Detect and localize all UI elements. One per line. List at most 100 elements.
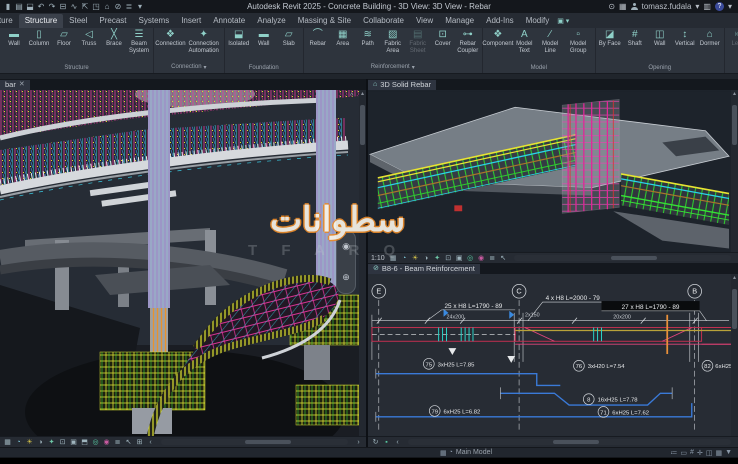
design-option-icon[interactable]: ◔: [449, 449, 453, 457]
path-button[interactable]: ≋Path: [356, 29, 380, 48]
area-button[interactable]: ▦Area: [331, 29, 355, 48]
render-icon[interactable]: ✦: [433, 254, 442, 263]
model-text-button[interactable]: AModel Text: [512, 29, 537, 54]
floor-button[interactable]: ▱Floor: [52, 29, 76, 48]
bar-mark[interactable]: 71: [600, 410, 607, 416]
ribbon-tab-architecture[interactable]: Architecture: [0, 14, 19, 28]
aligned-dimension-icon[interactable]: ⇱: [80, 2, 90, 11]
bar-mark[interactable]: 79: [431, 409, 438, 415]
flyout-arrow-icon[interactable]: ▾: [412, 64, 415, 71]
column-button[interactable]: ▯Column: [27, 29, 51, 48]
ribbon-tab-add-ins[interactable]: Add-Ins: [480, 14, 520, 28]
tag-icon[interactable]: ◳: [91, 2, 101, 11]
displaced-elements-icon[interactable]: ↖: [124, 438, 133, 447]
left-view-tab[interactable]: bar ✕: [0, 80, 30, 90]
help-icon[interactable]: ?: [715, 2, 724, 11]
app-menu-icon[interactable]: ▮: [3, 2, 13, 11]
selection-icon[interactable]: ‹: [146, 438, 155, 447]
ribbon-tab-structure[interactable]: Structure: [19, 14, 63, 28]
select-pinned-icon[interactable]: ✛: [697, 449, 703, 457]
detail-level-icon[interactable]: ▦: [3, 438, 12, 447]
panel-label-foundation[interactable]: Foundation: [227, 64, 301, 73]
detail-level-icon[interactable]: ▦: [389, 254, 398, 263]
ribbon-tab-steel[interactable]: Steel: [63, 14, 93, 28]
top-right-vertical-scrollbar[interactable]: ▴: [731, 90, 738, 252]
shadows-icon[interactable]: ◑: [36, 438, 45, 447]
model-group-button[interactable]: ▫Model Group: [564, 29, 593, 54]
left-horizontal-scrollbar[interactable]: [161, 439, 348, 445]
ribbon-tab-insert[interactable]: Insert: [175, 14, 207, 28]
rebar-tag[interactable]: 4 x H8 L=2000 - 79: [546, 295, 601, 302]
bar-tag[interactable]: 16xH25 L=7.78: [598, 398, 639, 404]
rebar-spacing-tag[interactable]: 24x200: [446, 315, 464, 321]
navigation-bar[interactable]: ◉ ⊕: [336, 230, 356, 294]
bottom-right-vertical-scrollbar[interactable]: ▴: [731, 274, 738, 436]
wall-button[interactable]: ◫Wall: [648, 29, 672, 48]
ribbon-tab-modify[interactable]: Modify: [520, 14, 556, 28]
thin-lines-icon[interactable]: ≣: [124, 2, 134, 11]
crop-view-icon[interactable]: ⊡: [58, 438, 67, 447]
active-workset-label[interactable]: Main Model: [456, 449, 492, 456]
panel-label-datum[interactable]: Datum: [727, 64, 738, 73]
measure-icon[interactable]: ∿: [69, 2, 79, 11]
temporary-hide-icon[interactable]: ◎: [466, 254, 475, 263]
workset-icon[interactable]: ▦: [440, 449, 447, 457]
beam-system-button[interactable]: ☰Beam System: [127, 29, 151, 54]
ribbon-tab-collaborate[interactable]: Collaborate: [357, 14, 410, 28]
truss-button[interactable]: ◁Truss: [77, 29, 101, 48]
bar-tag[interactable]: 6xH25: [715, 364, 731, 370]
undo-icon[interactable]: ↶: [36, 2, 46, 11]
panel-label-model[interactable]: Model: [485, 64, 593, 73]
apps-icon[interactable]: ▦: [619, 2, 627, 11]
crop-region-icon[interactable]: ▣: [455, 254, 464, 263]
panel-label-connection[interactable]: Connection▾: [156, 63, 222, 73]
reveal-hidden-icon[interactable]: ◉: [477, 254, 486, 263]
worksharing-display-icon[interactable]: ≣: [488, 254, 497, 263]
ribbon-tab-view[interactable]: View: [410, 14, 439, 28]
displaced-elements-icon[interactable]: ↖: [499, 254, 508, 263]
dormer-button[interactable]: ⌂Dormer: [698, 29, 722, 48]
brace-button[interactable]: ╳Brace: [102, 29, 126, 48]
scroll-left-icon[interactable]: ‹: [393, 438, 402, 447]
top-right-horizontal-scrollbar[interactable]: [514, 255, 731, 261]
left-vertical-scrollbar[interactable]: ▴: [359, 90, 366, 436]
visual-style-icon[interactable]: ◔: [14, 438, 23, 447]
bar-tag[interactable]: 3xH25 L=7.85: [438, 362, 475, 368]
solid-rebar-canvas[interactable]: ▴: [368, 90, 738, 252]
visual-style-icon[interactable]: ◔: [400, 254, 409, 263]
bar-mark[interactable]: 75: [426, 362, 433, 368]
top-right-view-tab[interactable]: ⌂ 3D Solid Rebar: [368, 80, 436, 90]
zoom-tool-icon[interactable]: ⊕: [342, 272, 350, 283]
section-icon[interactable]: ⊘: [113, 2, 123, 11]
bar-mark[interactable]: 76: [576, 364, 583, 370]
rebar-spacing-tag[interactable]: 20x200: [613, 315, 631, 321]
crop-region-icon[interactable]: ▣: [69, 438, 78, 447]
modify-selection-indicator[interactable]: ▣ ▾: [555, 17, 573, 28]
redo-icon[interactable]: ↷: [47, 2, 57, 11]
ribbon-tab-massing-site[interactable]: Massing & Site: [292, 14, 357, 28]
render-icon[interactable]: ✦: [47, 438, 56, 447]
view-scale[interactable]: 1:10: [371, 255, 385, 262]
ribbon-tab-manage[interactable]: Manage: [439, 14, 480, 28]
component-button[interactable]: ❖Component: [485, 29, 511, 48]
bottom-right-horizontal-scrollbar[interactable]: [408, 439, 731, 445]
help-dropdown-icon[interactable]: ▾: [728, 2, 732, 11]
connection-automation-button[interactable]: ✦Connection Automation: [186, 29, 222, 54]
bar-tag[interactable]: 3xH20 L=7.54: [588, 364, 625, 370]
flyout-arrow-icon[interactable]: ▾: [204, 64, 207, 71]
panel-label-opening[interactable]: Opening: [598, 64, 722, 73]
drag-elements-icon[interactable]: ▦: [715, 449, 722, 457]
wall-button[interactable]: ▬Wall: [252, 29, 276, 48]
3d-home-view-icon[interactable]: ⌂: [102, 2, 112, 11]
shaft-button[interactable]: #Shaft: [623, 29, 647, 48]
scroll-right-icon[interactable]: ›: [354, 438, 363, 447]
rebar-coupler-button[interactable]: ⊶Rebar Coupler: [456, 29, 480, 54]
shadows-icon[interactable]: ◑: [422, 254, 431, 263]
fabric-area-button[interactable]: ▨Fabric Area: [381, 29, 405, 54]
sync-icon[interactable]: ↻: [371, 438, 380, 447]
crop-view-icon[interactable]: ⊡: [444, 254, 453, 263]
cart-icon[interactable]: ▥: [703, 2, 711, 11]
save-icon[interactable]: ⬓: [25, 2, 35, 11]
steering-wheel-icon[interactable]: ◉: [342, 241, 350, 252]
isolated-button[interactable]: ⬓Isolated: [227, 29, 251, 48]
